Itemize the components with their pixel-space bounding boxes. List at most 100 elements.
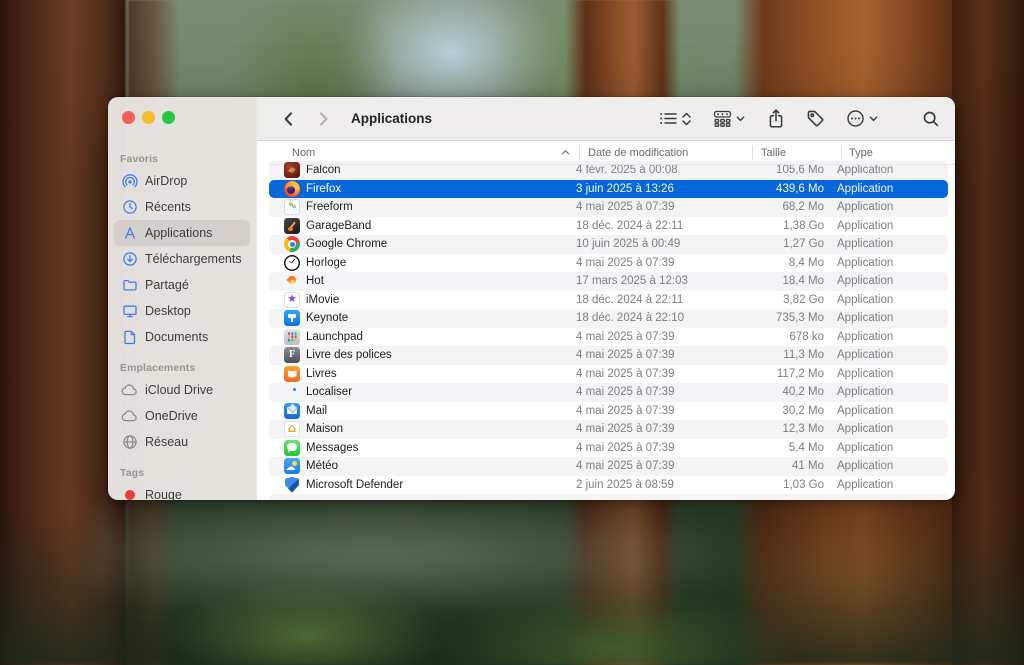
file-date: 18 déc. 2024 à 22:11: [568, 294, 741, 306]
share-button[interactable]: [767, 109, 785, 129]
file-name: Météo: [306, 460, 338, 472]
file-name-cell: Maison: [269, 421, 568, 437]
table-row[interactable]: Hot17 mars 2025 à 12:0318,4 MoApplicatio…: [269, 272, 948, 291]
defender-app-icon: [284, 477, 300, 493]
file-name: iMovie: [306, 294, 339, 306]
table-row[interactable]: Firefox3 juin 2025 à 13:26439,6 MoApplic…: [269, 180, 948, 199]
sidebar-item-label: iCloud Drive: [145, 383, 213, 397]
table-row[interactable]: Keynote18 déc. 2024 à 22:10735,3 MoAppli…: [269, 309, 948, 328]
more-options-chevron[interactable]: [868, 113, 879, 124]
sidebar-item-icloud-drive[interactable]: iCloud Drive: [114, 377, 250, 403]
file-name: Firefox: [306, 183, 341, 195]
file-size: 3,82 Go: [741, 294, 830, 306]
sidebar-item-label: Réseau: [145, 435, 188, 449]
column-header-nom[interactable]: Nom: [269, 141, 580, 164]
group-by-button[interactable]: [713, 110, 732, 127]
sidebar-item-desktop[interactable]: Desktop: [114, 298, 250, 324]
view-mode-button[interactable]: [659, 110, 678, 127]
forward-button[interactable]: [309, 106, 337, 132]
list-view-icon: [659, 110, 678, 127]
file-name-cell: Microsoft Defender: [269, 477, 568, 493]
table-row[interactable]: Localiser4 mai 2025 à 07:3940,2 MoApplic…: [269, 383, 948, 402]
file-type: Application: [830, 164, 948, 176]
file-name: Hot: [306, 275, 324, 287]
table-row[interactable]: Livre des polices4 mai 2025 à 07:3911,3 …: [269, 346, 948, 365]
file-type: Application: [830, 405, 948, 417]
table-row[interactable]: Google Chrome10 juin 2025 à 00:491,27 Go…: [269, 235, 948, 254]
file-size: 30,2 Mo: [741, 405, 830, 417]
group-by-chevron[interactable]: [735, 113, 746, 124]
table-row[interactable]: Freeform4 mai 2025 à 07:3968,2 MoApplica…: [269, 198, 948, 217]
table-row[interactable]: Livres4 mai 2025 à 07:39117,2 MoApplicat…: [269, 365, 948, 384]
file-date: 4 mai 2025 à 07:39: [568, 460, 741, 472]
tag-red-icon: [120, 487, 139, 501]
sidebar-item-label: Desktop: [145, 304, 191, 318]
table-row[interactable]: Horloge4 mai 2025 à 07:398,4 MoApplicati…: [269, 254, 948, 273]
column-header-taille[interactable]: Taille: [753, 141, 842, 164]
imovie-app-icon: [284, 292, 300, 308]
sidebar-item-applications[interactable]: Applications: [114, 220, 250, 246]
table-row[interactable]: Microsoft Defender2 juin 2025 à 08:591,0…: [269, 476, 948, 495]
table-row[interactable]: Maison4 mai 2025 à 07:3912,3 MoApplicati…: [269, 420, 948, 439]
file-size: 11,3 Mo: [741, 349, 830, 361]
column-header-label: Nom: [292, 147, 315, 159]
file-date: 4 févr. 2025 à 00:08: [568, 164, 741, 176]
file-size: 105,6 Mo: [741, 164, 830, 176]
file-name-cell: Livre des polices: [269, 347, 568, 363]
sidebar-item-recents[interactable]: Récents: [114, 194, 250, 220]
sidebar-item-telechargements[interactable]: Téléchargements: [114, 246, 250, 272]
file-name: Falcon: [306, 164, 341, 176]
minimize-button[interactable]: [142, 111, 155, 124]
file-name: Microsoft Defender: [306, 479, 403, 491]
table-row[interactable]: iMovie18 déc. 2024 à 22:113,82 GoApplica…: [269, 291, 948, 310]
sidebar-section-emplacements: Emplacements: [120, 362, 256, 374]
more-options-button[interactable]: [846, 109, 865, 128]
column-header-type[interactable]: Type: [842, 141, 955, 164]
zoom-button[interactable]: [162, 111, 175, 124]
file-size: 678 ko: [741, 331, 830, 343]
finder-main-area: Applications: [256, 97, 955, 500]
file-type: Application: [830, 442, 948, 454]
sidebar-item-airdrop[interactable]: AirDrop: [114, 168, 250, 194]
sidebar-section-favoris: Favoris: [120, 153, 256, 165]
sidebar-item-rouge[interactable]: Rouge: [114, 482, 250, 500]
sidebar-item-onedrive[interactable]: OneDrive: [114, 403, 250, 429]
file-date: 3 juin 2025 à 13:26: [568, 183, 741, 195]
file-size: 40,2 Mo: [741, 386, 830, 398]
table-row[interactable]: Mail4 mai 2025 à 07:3930,2 MoApplication: [269, 402, 948, 421]
file-type: Application: [830, 238, 948, 250]
file-type: Application: [830, 220, 948, 232]
tags-button[interactable]: [806, 109, 825, 128]
view-sort-chevrons[interactable]: [681, 111, 692, 127]
back-button[interactable]: [275, 106, 303, 132]
file-size: 1,03 Go: [741, 479, 830, 491]
file-size: 117,2 Mo: [741, 368, 830, 380]
file-name-cell: Keynote: [269, 310, 568, 326]
file-size: 41 Mo: [741, 460, 830, 472]
sidebar-item-label: Téléchargements: [145, 252, 242, 266]
sidebar-item-label: Partagé: [145, 278, 189, 292]
table-row[interactable]: Météo4 mai 2025 à 07:3941 MoApplication: [269, 457, 948, 476]
sidebar-item-documents[interactable]: Documents: [114, 324, 250, 350]
table-row-clipped[interactable]: [269, 494, 948, 500]
sidebar-item-label: Applications: [145, 226, 212, 240]
column-headers: Nom Date de modificationTailleType: [269, 141, 955, 165]
chrome-app-icon: [284, 236, 300, 252]
sidebar-item-partage[interactable]: Partagé: [114, 272, 250, 298]
table-row[interactable]: Messages4 mai 2025 à 07:395,4 MoApplicat…: [269, 439, 948, 458]
firefox-app-icon: [284, 181, 300, 197]
file-date: 4 mai 2025 à 07:39: [568, 423, 741, 435]
search-button[interactable]: [922, 110, 940, 128]
close-button[interactable]: [122, 111, 135, 124]
file-date: 4 mai 2025 à 07:39: [568, 405, 741, 417]
column-header-date-de-modification[interactable]: Date de modification: [580, 141, 753, 164]
table-row[interactable]: Launchpad4 mai 2025 à 07:39678 koApplica…: [269, 328, 948, 347]
file-name-cell: GarageBand: [269, 218, 568, 234]
sidebar-item-reseau[interactable]: Réseau: [114, 429, 250, 455]
freeform-app-icon: [284, 199, 300, 215]
file-date: 4 mai 2025 à 07:39: [568, 368, 741, 380]
table-row[interactable]: GarageBand18 déc. 2024 à 22:111,38 GoApp…: [269, 217, 948, 236]
file-name-cell: Localiser: [269, 384, 568, 400]
file-name-cell: Google Chrome: [269, 236, 568, 252]
chevron-down-icon: [868, 113, 879, 124]
